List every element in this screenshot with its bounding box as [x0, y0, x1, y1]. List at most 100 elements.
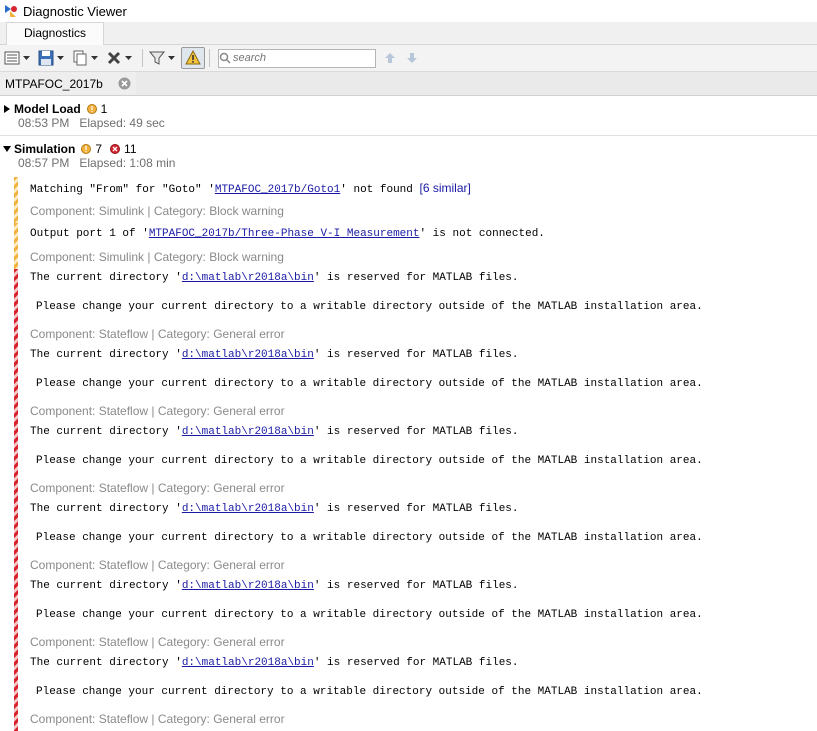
section-time: 08:53 PM	[18, 116, 70, 130]
tab-model[interactable]: MTPAFOC_2017b	[0, 72, 136, 95]
message-text: The current directory 'd:\matlab\r2018a\…	[30, 423, 817, 446]
message-text: The current directory 'd:\matlab\r2018a\…	[30, 654, 817, 677]
message-text-prefix: The current directory '	[30, 657, 182, 669]
diagnostic-viewer-icon	[4, 4, 18, 18]
warning-message: Matching "From" for "Goto" 'MTPAFOC_2017…	[0, 177, 817, 223]
message-text-suffix: ' is reserved for MATLAB files.	[313, 580, 519, 592]
toolbar-separator	[209, 49, 210, 67]
next-button[interactable]	[404, 50, 420, 66]
search-input[interactable]	[231, 52, 365, 64]
error-stripe	[14, 423, 18, 500]
delete-button[interactable]	[104, 47, 135, 69]
section-timestamp: 08:57 PM Elapsed: 1:08 min	[0, 156, 817, 171]
message-text-suffix: ' is reserved for MATLAB files.	[313, 657, 519, 669]
copy-button[interactable]	[70, 47, 101, 69]
message-component: Component: Stateflow | Category: General…	[30, 481, 285, 495]
expanded-arrow-icon[interactable]	[0, 145, 14, 152]
warning-icon	[86, 103, 97, 114]
tab-diagnostics[interactable]: Diagnostics	[6, 22, 105, 45]
section-title: Model Load	[14, 101, 81, 116]
block-link[interactable]: MTPAFOC_2017b/Goto1	[215, 184, 340, 196]
tab-strip: Diagnostics	[0, 22, 817, 45]
filter-icon	[149, 51, 165, 65]
chevron-down-icon[interactable]	[90, 50, 99, 66]
error-message: The current directory 'd:\matlab\r2018a\…	[0, 654, 817, 731]
block-link[interactable]: MTPAFOC_2017b/Three-Phase V-I Measuremen…	[149, 228, 420, 240]
model-tab-strip: MTPAFOC_2017b	[0, 72, 817, 96]
message-text: The current directory 'd:\matlab\r2018a\…	[30, 346, 817, 369]
previous-button[interactable]	[382, 50, 398, 66]
message-text-prefix: The current directory '	[30, 580, 182, 592]
chevron-down-icon[interactable]	[56, 50, 65, 66]
directory-link[interactable]: d:\matlab\r2018a\bin	[182, 657, 314, 669]
error-stripe	[14, 346, 18, 423]
message-detail: Please change your current directory to …	[36, 609, 703, 621]
delete-icon	[107, 51, 121, 65]
search-box[interactable]	[218, 48, 376, 68]
error-message: The current directory 'd:\matlab\r2018a\…	[0, 500, 817, 577]
warning-stripe	[14, 223, 18, 269]
message-text: The current directory 'd:\matlab\r2018a\…	[30, 577, 817, 600]
message-text-suffix: ' is reserved for MATLAB files.	[313, 349, 519, 361]
message-text-prefix: The current directory '	[30, 503, 182, 515]
chevron-down-icon[interactable]	[124, 50, 133, 66]
search-icon	[219, 52, 231, 64]
message-text-prefix: The current directory '	[30, 272, 182, 284]
save-button[interactable]	[36, 47, 67, 69]
error-stripe	[14, 577, 18, 654]
warning-toggle-button[interactable]	[181, 47, 205, 69]
directory-link[interactable]: d:\matlab\r2018a\bin	[182, 503, 314, 515]
error-count-badge: 11	[110, 142, 137, 156]
model-load-section: Model Load 1 08:53 PM Elapsed: 49 sec	[0, 96, 817, 131]
message-text: Output port 1 of 'MTPAFOC_2017b/Three-Ph…	[30, 223, 817, 246]
directory-link[interactable]: d:\matlab\r2018a\bin	[182, 426, 314, 438]
error-message: The current directory 'd:\matlab\r2018a\…	[0, 423, 817, 500]
error-stripe	[14, 500, 18, 577]
down-arrow-icon	[407, 53, 417, 63]
copy-icon	[73, 50, 87, 66]
error-icon	[110, 143, 121, 154]
warning-count: 7	[95, 141, 103, 156]
message-text-suffix: ' is reserved for MATLAB files.	[313, 272, 519, 284]
directory-link[interactable]: d:\matlab\r2018a\bin	[182, 580, 314, 592]
warning-toggle-icon	[185, 50, 201, 65]
message-text-prefix: The current directory '	[30, 426, 182, 438]
warning-count: 1	[100, 101, 108, 116]
collapsed-arrow-icon[interactable]	[0, 104, 14, 113]
message-text-suffix: ' is reserved for MATLAB files.	[313, 503, 519, 515]
message-detail: Please change your current directory to …	[36, 455, 703, 467]
warning-count-badge: 7	[81, 142, 102, 156]
message-text: Matching "From" for "Goto" 'MTPAFOC_2017…	[30, 177, 817, 200]
error-stripe	[14, 654, 18, 731]
message-text-suffix: ' is reserved for MATLAB files.	[313, 426, 519, 438]
close-icon[interactable]	[118, 77, 131, 90]
message-component: Component: Stateflow | Category: General…	[30, 404, 285, 418]
message-detail: Please change your current directory to …	[36, 532, 703, 544]
message-component: Component: Stateflow | Category: General…	[30, 712, 285, 726]
warning-message: Output port 1 of 'MTPAFOC_2017b/Three-Ph…	[0, 223, 817, 269]
window-title: Diagnostic Viewer	[23, 3, 127, 19]
model-tab-label: MTPAFOC_2017b	[5, 76, 103, 91]
chevron-down-icon[interactable]	[167, 50, 176, 66]
message-detail: Please change your current directory to …	[36, 301, 703, 313]
message-text-prefix: The current directory '	[30, 349, 182, 361]
similar-link[interactable]: [6 similar]	[419, 181, 470, 195]
warning-icon	[81, 143, 92, 154]
model-load-header[interactable]: Model Load 1	[0, 101, 817, 116]
message-detail: Please change your current directory to …	[36, 378, 703, 390]
message-text-prefix: Output port 1 of '	[30, 228, 149, 240]
filter-button[interactable]	[147, 47, 178, 69]
message-text-prefix: Matching "From" for "Goto" '	[30, 184, 215, 196]
message-text: The current directory 'd:\matlab\r2018a\…	[30, 500, 817, 523]
title-bar: Diagnostic Viewer	[0, 0, 817, 22]
simulation-section: Simulation 7 11 08:57 PM Elapsed: 1:08 m…	[0, 136, 817, 171]
section-elapsed: Elapsed: 1:08 min	[79, 156, 176, 170]
view-button[interactable]	[2, 47, 33, 69]
directory-link[interactable]: d:\matlab\r2018a\bin	[182, 272, 314, 284]
simulation-header[interactable]: Simulation 7 11	[0, 141, 817, 156]
directory-link[interactable]: d:\matlab\r2018a\bin	[182, 349, 314, 361]
message-text-suffix: ' not found	[340, 184, 420, 196]
error-message: The current directory 'd:\matlab\r2018a\…	[0, 577, 817, 654]
toolbar-separator	[142, 49, 143, 67]
chevron-down-icon[interactable]	[22, 50, 31, 66]
